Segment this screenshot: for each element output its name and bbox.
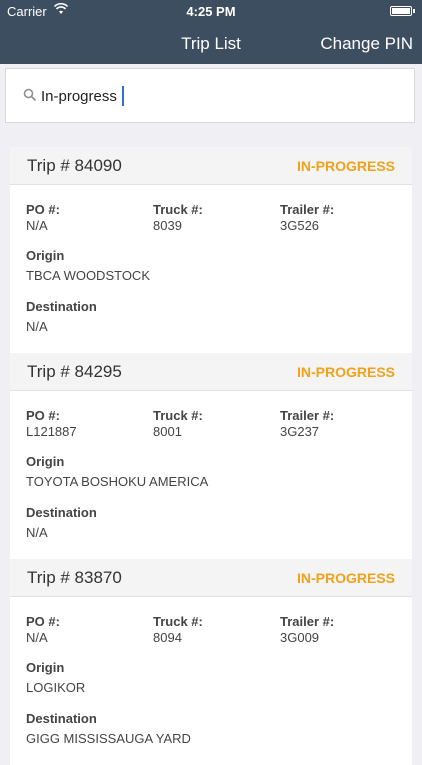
po-label: PO #: <box>26 202 60 217</box>
trailer-value: 3G009 <box>280 630 320 645</box>
trip-number: Trip # 84295 <box>27 362 122 381</box>
trip-list: Trip # 84090 IN-PROGRESS PO #: N/A Truck… <box>10 147 412 765</box>
origin-label: Origin <box>26 454 65 469</box>
status-badge: IN-PROGRESS <box>296 158 395 174</box>
trip-number: Trip # 83870 <box>27 568 122 587</box>
nav-bar: Trip List Change PIN <box>0 22 422 64</box>
destination-value: N/A <box>26 525 48 540</box>
truck-value: 8001 <box>153 424 182 439</box>
battery-icon <box>390 6 415 16</box>
trip-card[interactable]: Trip # 83870 IN-PROGRESS PO #: N/A Truck… <box>10 559 412 765</box>
text-cursor <box>122 86 124 106</box>
change-pin-button[interactable]: Change PIN <box>320 34 413 54</box>
status-badge: IN-PROGRESS <box>296 364 395 380</box>
origin-value: TOYOTA BOSHOKU AMERICA <box>26 474 209 489</box>
trailer-value: 3G237 <box>280 424 320 439</box>
search-input[interactable] <box>41 84 401 108</box>
trip-card-body: PO #: N/A Truck #: 8039 Trailer #: 3G526… <box>10 185 412 353</box>
trip-card-header[interactable]: Trip # 83870 IN-PROGRESS <box>10 559 412 597</box>
clock: 4:25 PM <box>186 4 236 19</box>
search-icon <box>23 88 37 102</box>
trip-card-header[interactable]: Trip # 84090 IN-PROGRESS <box>10 147 412 185</box>
origin-value: TBCA WOODSTOCK <box>26 268 150 283</box>
trailer-label: Trailer #: <box>280 614 335 629</box>
po-value: N/A <box>26 630 48 645</box>
origin-value: LOGIKOR <box>26 680 86 695</box>
trip-card-body: PO #: N/A Truck #: 8094 Trailer #: 3G009… <box>10 597 412 765</box>
destination-value: N/A <box>26 319 48 334</box>
trailer-label: Trailer #: <box>280 202 335 217</box>
trip-card[interactable]: Trip # 84295 IN-PROGRESS PO #: L121887 T… <box>10 353 412 559</box>
destination-label: Destination <box>26 299 97 314</box>
truck-label: Truck #: <box>153 614 203 629</box>
search-bar[interactable] <box>5 68 415 123</box>
po-value: L121887 <box>26 424 77 439</box>
truck-value: 8094 <box>153 630 182 645</box>
origin-label: Origin <box>26 660 65 675</box>
trip-number: Trip # 84090 <box>27 156 122 175</box>
destination-label: Destination <box>26 711 97 726</box>
destination-label: Destination <box>26 505 97 520</box>
destination-value: GIGG MISSISSAUGA YARD <box>26 731 191 746</box>
trailer-value: 3G526 <box>280 218 320 233</box>
trailer-label: Trailer #: <box>280 408 335 423</box>
status-bar: Carrier 4:25 PM <box>0 0 422 22</box>
trip-card-body: PO #: L121887 Truck #: 8001 Trailer #: 3… <box>10 391 412 559</box>
truck-value: 8039 <box>153 218 182 233</box>
truck-label: Truck #: <box>153 408 203 423</box>
status-badge: IN-PROGRESS <box>296 570 395 586</box>
trip-card-header[interactable]: Trip # 84295 IN-PROGRESS <box>10 353 412 391</box>
po-label: PO #: <box>26 614 60 629</box>
origin-label: Origin <box>26 248 65 263</box>
trip-card[interactable]: Trip # 84090 IN-PROGRESS PO #: N/A Truck… <box>10 147 412 353</box>
truck-label: Truck #: <box>153 202 203 217</box>
po-value: N/A <box>26 218 48 233</box>
po-label: PO #: <box>26 408 60 423</box>
